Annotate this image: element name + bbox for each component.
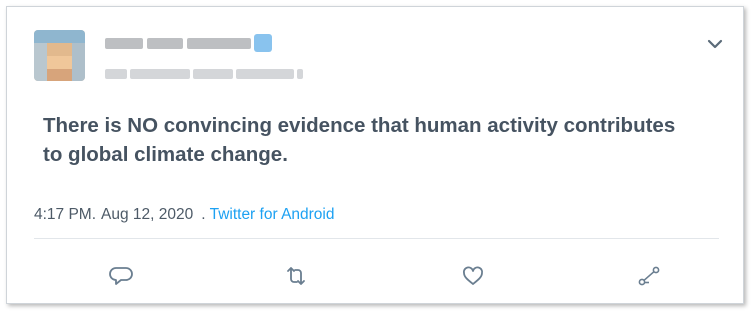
share-button[interactable] [635, 264, 663, 288]
tweet-meta: 4:17 PM. Aug 12, 2020 . Twitter for Andr… [34, 206, 335, 224]
reply-icon [109, 267, 133, 285]
retweet-icon [287, 267, 305, 285]
tweet-card: There is NO convincing evidence that hum… [6, 6, 744, 304]
reply-button[interactable] [107, 264, 135, 288]
display-name-redacted[interactable] [105, 37, 251, 49]
share-icon [638, 266, 660, 286]
meta-separator: . [201, 206, 206, 223]
like-button[interactable] [459, 264, 487, 288]
handle-redacted[interactable] [105, 69, 303, 79]
tweet-source-link[interactable]: Twitter for Android [210, 206, 335, 224]
chevron-down-icon[interactable] [705, 34, 725, 54]
retweet-button[interactable] [282, 264, 310, 288]
tweet-time[interactable]: 4:17 PM. [34, 206, 96, 224]
tweet-text: There is NO convincing evidence that hum… [43, 114, 676, 166]
tweet-date[interactable]: Aug 12, 2020 [101, 206, 193, 224]
verified-badge-icon [254, 34, 272, 52]
avatar[interactable] [34, 30, 85, 81]
divider [34, 238, 719, 239]
heart-icon [463, 266, 483, 285]
